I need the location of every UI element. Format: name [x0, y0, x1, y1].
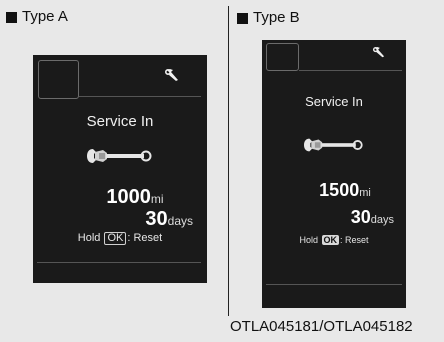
type-a-label-text: Type A — [22, 8, 68, 25]
top-divider-line — [79, 96, 201, 97]
wrench-icon — [33, 145, 207, 172]
service-title: Service In — [86, 113, 154, 130]
ok-button-icon: OK — [321, 235, 339, 245]
bottom-divider-line — [37, 262, 201, 263]
hold-reset-instruction: Hold OK: Reset — [33, 232, 207, 245]
square-bullet-icon — [237, 12, 248, 24]
top-left-box — [266, 43, 299, 71]
distance-unit: mi — [150, 192, 164, 206]
ok-button-icon: OK — [104, 232, 127, 245]
distance-value: 1000 — [106, 186, 151, 208]
bottom-divider-line — [266, 284, 402, 285]
days-unit: days — [370, 214, 394, 226]
type-a-label: Type A — [6, 8, 68, 26]
type-b-label: Type B — [237, 9, 300, 27]
hold-text: Hold — [299, 235, 318, 245]
days-readout: 30days — [351, 207, 394, 228]
hold-reset-instruction: Hold OK: Reset — [262, 235, 406, 245]
days-readout: 30days — [145, 208, 193, 231]
figure-caption: OTLA045181/OTLA045182 — [230, 318, 413, 335]
days-unit: days — [167, 214, 193, 228]
distance-readout: 1500mi — [262, 180, 406, 201]
vertical-divider — [228, 6, 229, 316]
reset-text: : Reset — [127, 232, 163, 244]
square-bullet-icon — [6, 11, 17, 23]
wrench-icon — [372, 46, 386, 64]
wrench-icon — [262, 135, 406, 160]
reset-text: : Reset — [340, 235, 369, 245]
top-left-box — [38, 60, 79, 99]
distance-value: 1500 — [319, 180, 360, 200]
distance-unit: mi — [359, 187, 371, 199]
type-a-display: Service In 1000mi 30days Hold OK: Reset — [33, 55, 207, 283]
days-value: 30 — [145, 208, 168, 230]
days-value: 30 — [350, 207, 371, 227]
service-title: Service In — [305, 94, 363, 109]
distance-readout: 1000mi — [33, 186, 207, 209]
hold-text: Hold — [77, 232, 101, 244]
wrench-icon — [164, 68, 180, 88]
top-divider-line — [299, 70, 402, 71]
type-b-label-text: Type B — [253, 9, 300, 26]
type-b-display: Service In 1500mi 30days Hold OK: Reset — [262, 40, 406, 308]
